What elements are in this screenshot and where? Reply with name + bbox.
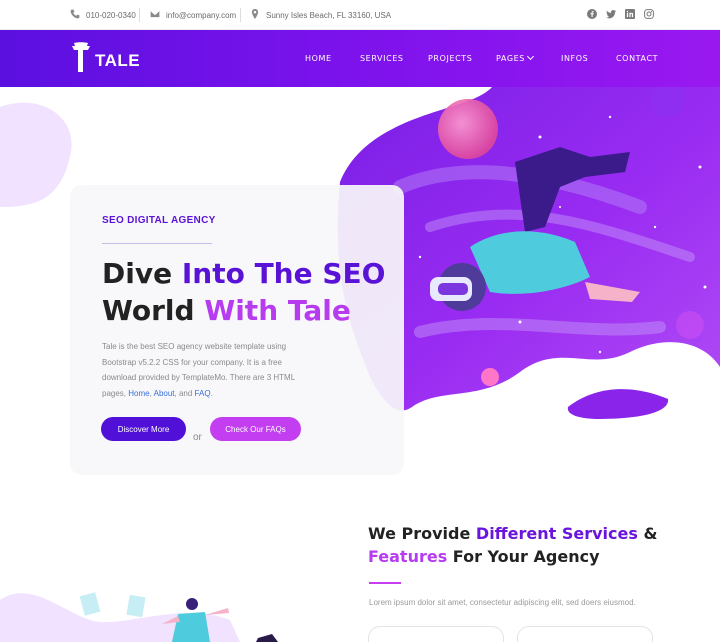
hero-description: Tale is the best SEO agency website temp… bbox=[102, 339, 312, 401]
address-info: Sunny Isles Beach, FL 33160, USA bbox=[250, 0, 391, 30]
services-illustration bbox=[0, 592, 278, 642]
faq-link[interactable]: FAQ bbox=[195, 389, 211, 398]
services-lead: Lorem ipsum dolor sit amet, consectetur … bbox=[369, 598, 636, 607]
check-faqs-button[interactable]: Check Our FAQs bbox=[210, 417, 301, 441]
hero-title: Dive Into The SEO World With Tale bbox=[102, 255, 392, 329]
chevron-down-icon bbox=[526, 52, 535, 61]
envelope-icon bbox=[150, 9, 160, 21]
nav-item-infos[interactable]: INFOS bbox=[561, 54, 588, 63]
home-link[interactable]: Home bbox=[128, 389, 149, 398]
or-label: or bbox=[193, 432, 202, 443]
text-punctuation: , bbox=[149, 388, 152, 398]
main-header: TALE HOME SERVICES PROJECTS PAGES INFOS … bbox=[0, 30, 720, 87]
phone-icon bbox=[70, 9, 80, 21]
instagram-icon[interactable] bbox=[644, 9, 654, 19]
nav-item-services[interactable]: SERVICES bbox=[360, 54, 404, 63]
service-card[interactable] bbox=[368, 626, 504, 642]
divider bbox=[139, 8, 140, 22]
hero-section: SEO DIGITAL AGENCY Dive Into The SEO Wor… bbox=[0, 87, 720, 487]
services-divider bbox=[369, 582, 401, 584]
hero-divider bbox=[102, 243, 212, 244]
nav-item-pages-label: PAGES bbox=[496, 54, 525, 63]
phone-info[interactable]: 010-020-0340 bbox=[70, 0, 136, 30]
services-heading-part: For Your Agency bbox=[447, 547, 600, 566]
about-link[interactable]: About bbox=[154, 389, 175, 398]
hero-title-part: Dive bbox=[102, 257, 182, 290]
text-punctuation: . bbox=[210, 388, 213, 398]
nav-item-pages[interactable]: PAGES bbox=[496, 52, 535, 63]
discover-more-button[interactable]: Discover More bbox=[101, 417, 186, 441]
divider bbox=[240, 8, 241, 22]
services-heading-highlight: Different Services bbox=[475, 524, 638, 543]
twitter-icon[interactable] bbox=[606, 9, 616, 19]
main-nav: HOME SERVICES PROJECTS PAGES INFOS CONTA… bbox=[0, 30, 720, 87]
services-heading-highlight: Features bbox=[368, 547, 448, 566]
address-text: Sunny Isles Beach, FL 33160, USA bbox=[266, 10, 392, 20]
services-heading-part: & bbox=[637, 524, 658, 543]
email-info[interactable]: info@company.com bbox=[150, 0, 236, 30]
hero-tagline: SEO DIGITAL AGENCY bbox=[102, 215, 216, 226]
nav-item-projects[interactable]: PROJECTS bbox=[428, 54, 472, 63]
nav-item-home[interactable]: HOME bbox=[305, 54, 332, 63]
facebook-icon[interactable] bbox=[587, 9, 597, 19]
location-pin-icon bbox=[250, 9, 260, 21]
services-heading-part: We Provide bbox=[368, 524, 476, 543]
nav-item-contact[interactable]: CONTACT bbox=[616, 54, 658, 63]
email-address: info@company.com bbox=[166, 10, 237, 20]
linkedin-icon[interactable] bbox=[625, 9, 635, 19]
hero-title-part: World bbox=[102, 294, 205, 327]
text-conjunction: , and bbox=[174, 388, 193, 398]
hero-title-highlight: Into The SEO bbox=[181, 257, 386, 290]
hero-title-highlight: With Tale bbox=[204, 294, 351, 327]
services-heading: We Provide Different Services & Features… bbox=[368, 522, 668, 568]
service-card[interactable] bbox=[517, 626, 653, 642]
social-links bbox=[587, 9, 654, 19]
phone-number: 010-020-0340 bbox=[86, 10, 136, 20]
top-info-bar: 010-020-0340 info@company.com Sunny Isle… bbox=[0, 0, 720, 30]
